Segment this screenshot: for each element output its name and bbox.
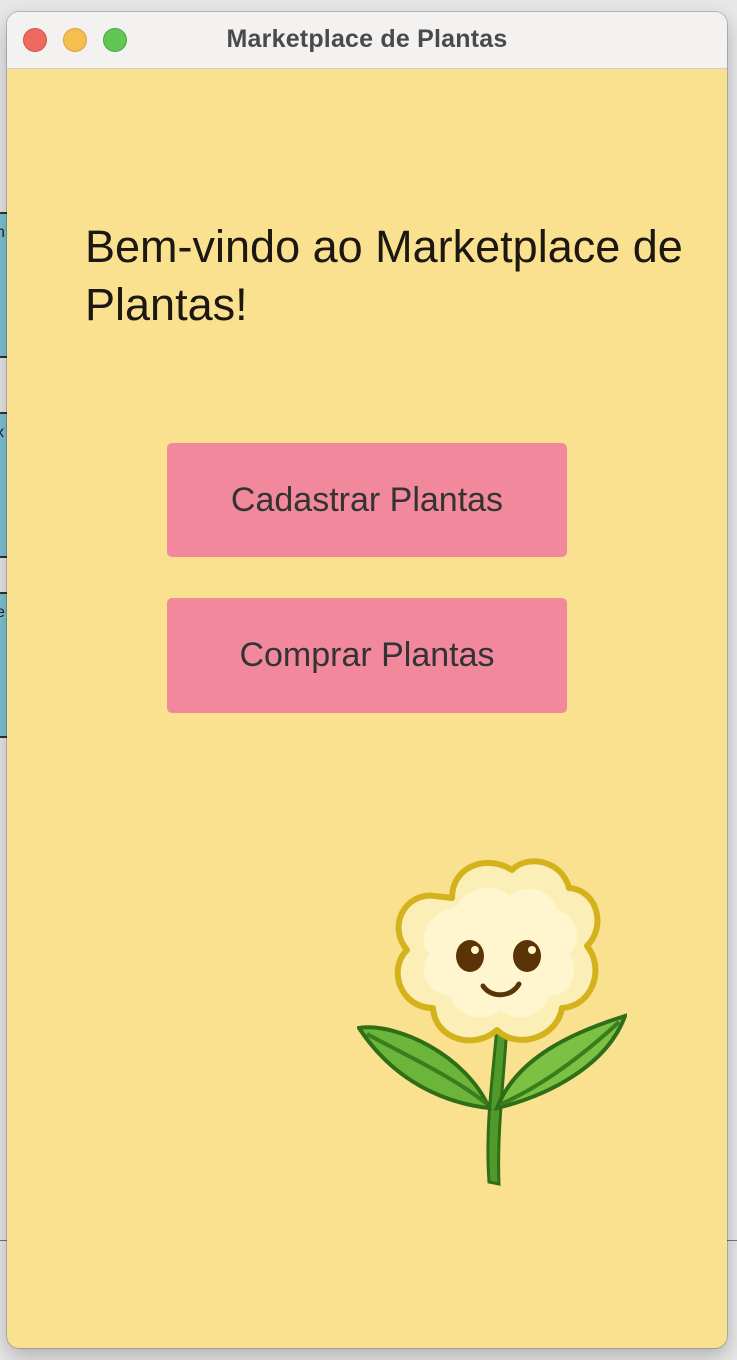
app-window: Marketplace de Plantas Bem-vindo ao Mark… [7, 12, 727, 1348]
title-bar[interactable]: Marketplace de Plantas [7, 12, 727, 69]
buy-plants-button[interactable]: Comprar Plantas [167, 598, 567, 713]
welcome-heading: Bem-vindo ao Marketplace de Plantas! [85, 221, 683, 330]
smiling-flower-icon [357, 858, 627, 1186]
window-title: Marketplace de Plantas [226, 25, 508, 53]
register-plants-button[interactable]: Cadastrar Plantas [167, 443, 567, 557]
